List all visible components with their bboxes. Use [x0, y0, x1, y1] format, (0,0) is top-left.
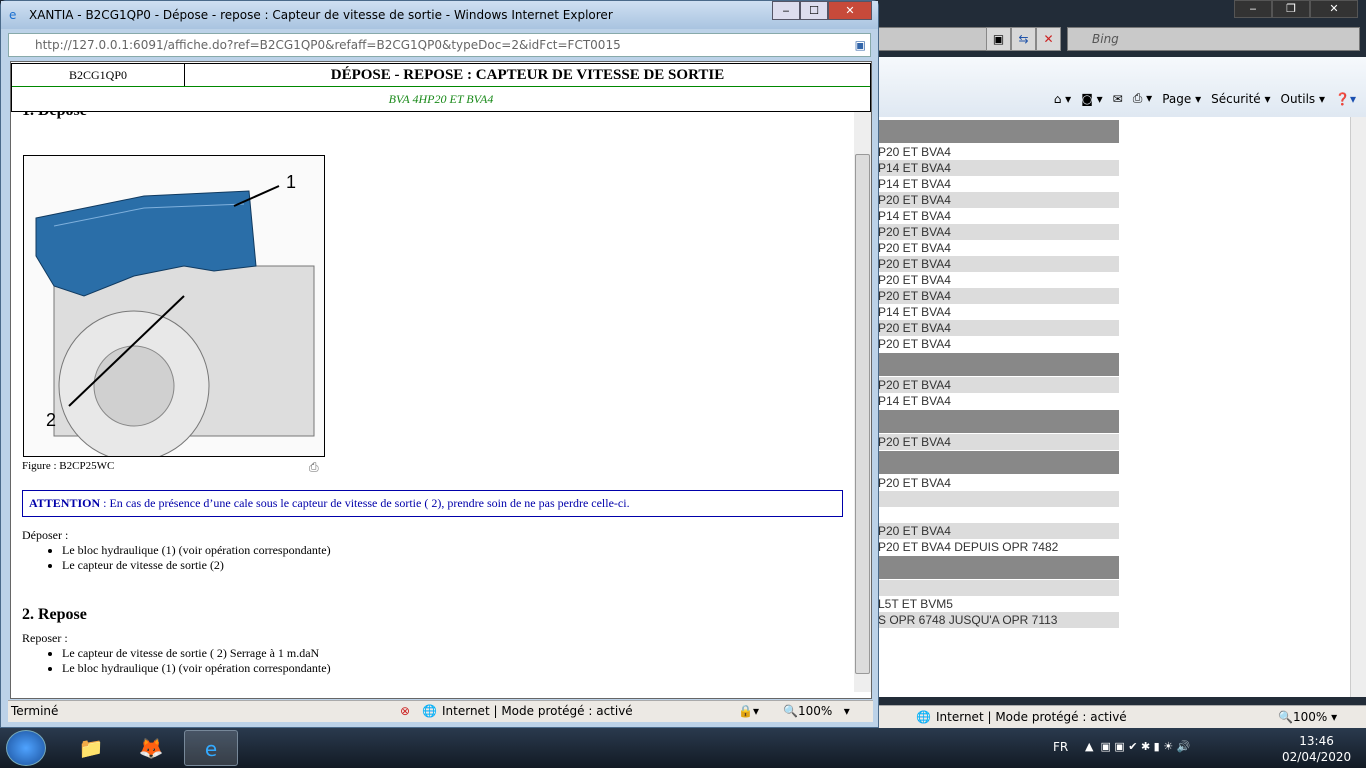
firefox-taskbar-icon[interactable]: 🦊: [124, 730, 178, 766]
status-text: Terminé: [11, 704, 59, 718]
page-menu[interactable]: Page ▾: [1162, 92, 1201, 106]
list-row[interactable]: L5T ET BVM5: [860, 596, 1119, 612]
zoom-control[interactable]: 🔍100% ▾: [1278, 706, 1337, 728]
zoom-control[interactable]: 🔍100% ▾: [783, 701, 850, 722]
window-title: XANTIA - B2CG1QP0 - Dépose - repose : Ca…: [29, 8, 613, 22]
doc-subtitle: BVA 4HP20 ET BVA4: [12, 86, 870, 111]
list-item: Le bloc hydraulique (1) (voir opération …: [62, 543, 331, 558]
maximize-button[interactable]: ☐: [800, 1, 828, 20]
list-row[interactable]: P20 ET BVA4: [860, 434, 1119, 450]
compat-icon[interactable]: ▣: [855, 34, 866, 56]
list-row[interactable]: P20 ET BVA4: [860, 144, 1119, 160]
figure-image[interactable]: 1 2: [23, 155, 325, 462]
list-item: Le capteur de vitesse de sortie ( 2) Ser…: [62, 646, 331, 661]
list-row[interactable]: [860, 491, 1119, 507]
list-row[interactable]: P20 ET BVA4: [860, 256, 1119, 272]
scroll-thumb[interactable]: [855, 154, 870, 674]
list-row[interactable]: [860, 353, 1119, 376]
taskbar: 📁 🦊 e FR ▲ ▣ ▣ ✔ ✱ ▮ ☀ 🔊 13:46 02/04/2020: [0, 728, 1366, 768]
home-icon[interactable]: ⌂ ▾: [1054, 92, 1071, 106]
list-row[interactable]: P20 ET BVA4: [860, 192, 1119, 208]
stop-icon[interactable]: ✕: [1036, 27, 1061, 51]
list-row[interactable]: P14 ET BVA4: [860, 208, 1119, 224]
clock[interactable]: 13:46 02/04/2020: [1282, 733, 1351, 765]
list-row[interactable]: [860, 410, 1119, 433]
popup-blocked-icon[interactable]: ⊗: [400, 701, 410, 722]
list-row[interactable]: P20 ET BVA4: [860, 224, 1119, 240]
status-bar: 🌐 Internet | Mode protégé : activé 🔍100%…: [860, 705, 1366, 728]
document-view: B2CG1QP0 DÉPOSE - REPOSE : CAPTEUR DE VI…: [10, 61, 872, 699]
list-row[interactable]: P14 ET BVA4: [860, 176, 1119, 192]
transmission-illustration: 1 2: [35, 172, 315, 462]
tray-icons[interactable]: ▲ ▣ ▣ ✔ ✱ ▮ ☀ 🔊: [1085, 740, 1190, 753]
start-button[interactable]: [6, 730, 46, 766]
close-button[interactable]: ✕: [1310, 0, 1358, 18]
list-row[interactable]: P20 ET BVA4: [860, 288, 1119, 304]
title-bar: e XANTIA - B2CG1QP0 - Dépose - repose : …: [1, 1, 878, 29]
callout-1: 1: [286, 172, 296, 192]
globe-icon: 🌐: [916, 710, 931, 724]
compat-icon[interactable]: ▣: [986, 27, 1011, 51]
explorer-taskbar-icon[interactable]: 📁: [64, 730, 118, 766]
mail-icon[interactable]: ✉: [1113, 92, 1123, 106]
help-icon[interactable]: ❓▾: [1335, 92, 1356, 106]
callout-2: 2: [46, 410, 56, 430]
feeds-icon[interactable]: ◙ ▾: [1081, 92, 1102, 106]
language-indicator[interactable]: FR: [1053, 740, 1068, 754]
section-repose: 2. Repose: [22, 606, 87, 623]
zone-text: Internet | Mode protégé : activé: [442, 704, 633, 718]
refresh-icon[interactable]: ⇆: [1011, 27, 1036, 51]
list-row[interactable]: P14 ET BVA4: [860, 160, 1119, 176]
minimize-button[interactable]: ‒: [772, 1, 800, 20]
list-row[interactable]: P14 ET BVA4: [860, 393, 1119, 409]
list-row[interactable]: P20 ET BVA4: [860, 272, 1119, 288]
ie-taskbar-icon[interactable]: e: [184, 730, 238, 766]
repose-block: Reposer : Le capteur de vitesse de sorti…: [22, 631, 331, 676]
scrollbar[interactable]: [1350, 117, 1366, 697]
print-figure-icon[interactable]: ⎙: [309, 460, 319, 475]
list-row[interactable]: P20 ET BVA4: [860, 320, 1119, 336]
security-menu[interactable]: Sécurité ▾: [1211, 92, 1270, 106]
vertical-scrollbar[interactable]: [854, 112, 871, 692]
close-button[interactable]: ✕: [828, 1, 872, 20]
list-row[interactable]: [860, 556, 1119, 579]
list-item: Le bloc hydraulique (1) (voir opération …: [62, 661, 331, 676]
search-input[interactable]: Bing: [1067, 27, 1360, 51]
globe-icon: 🌐: [422, 704, 437, 718]
zone-text: Internet | Mode protégé : activé: [936, 710, 1127, 724]
tools-menu[interactable]: Outils ▾: [1281, 92, 1326, 106]
status-bar: Terminé ⊗ 🌐 Internet | Mode protégé : ac…: [8, 700, 873, 722]
list-row[interactable]: [860, 580, 1119, 596]
list-row[interactable]: P20 ET BVA4: [860, 475, 1119, 491]
list-row[interactable]: P20 ET BVA4: [860, 336, 1119, 352]
doc-ref: B2CG1QP0: [12, 64, 185, 86]
figure-caption: Figure : B2CP25WC: [22, 460, 115, 472]
list-row[interactable]: P20 ET BVA4: [860, 240, 1119, 256]
doc-body: 1. Dépose 1 2 Figure : B2CP25WC ⎙ ATTENT…: [11, 112, 853, 692]
list-row[interactable]: S OPR 6748 JUSQU'A OPR 7113: [860, 612, 1119, 628]
background-ie-window: ‒ ❐ ✕ ▣ ⇆ ✕ Bing ⌂ ▾ ◙ ▾ ✉ ⎙ ▾ Page ▾ Sécuri…: [860, 0, 1366, 728]
list-row[interactable]: P20 ET BVA4: [860, 523, 1119, 539]
list-item: Le capteur de vitesse de sortie (2): [62, 558, 331, 573]
print-icon[interactable]: ⎙ ▾: [1133, 91, 1152, 106]
attention-box: ATTENTION : En cas de présence d’une cal…: [22, 490, 843, 517]
background-page: P20 ET BVA4 P14 ET BVA4 P14 ET BVA4 P20 ET …: [860, 117, 1350, 697]
depose-block: Déposer : Le bloc hydraulique (1) (voir …: [22, 528, 331, 573]
list-row[interactable]: P20 ET BVA4 DEPUIS OPR 7482: [860, 539, 1119, 555]
popup-ie-window: e XANTIA - B2CG1QP0 - Dépose - repose : …: [0, 0, 879, 728]
minimize-button[interactable]: ‒: [1234, 0, 1272, 18]
command-bar: ⌂ ▾ ◙ ▾ ✉ ⎙ ▾ Page ▾ Sécurité ▾ Outils ▾…: [860, 57, 1366, 117]
doc-header: B2CG1QP0 DÉPOSE - REPOSE : CAPTEUR DE VI…: [11, 63, 871, 112]
doc-title: DÉPOSE - REPOSE : CAPTEUR DE VITESSE DE …: [330, 67, 725, 83]
security-icon[interactable]: 🔒▾: [738, 701, 759, 722]
list-row[interactable]: [860, 507, 1119, 523]
section-depose: 1. Dépose: [22, 112, 87, 120]
restore-button[interactable]: ❐: [1272, 0, 1310, 18]
list-row[interactable]: P14 ET BVA4: [860, 304, 1119, 320]
address-field[interactable]: http://127.0.0.1:6091/affiche.do?ref=B2C…: [8, 33, 871, 57]
list-row[interactable]: [860, 451, 1119, 474]
list-row[interactable]: [860, 120, 1119, 143]
list-row[interactable]: P20 ET BVA4: [860, 377, 1119, 393]
ie-icon: e: [9, 8, 17, 22]
